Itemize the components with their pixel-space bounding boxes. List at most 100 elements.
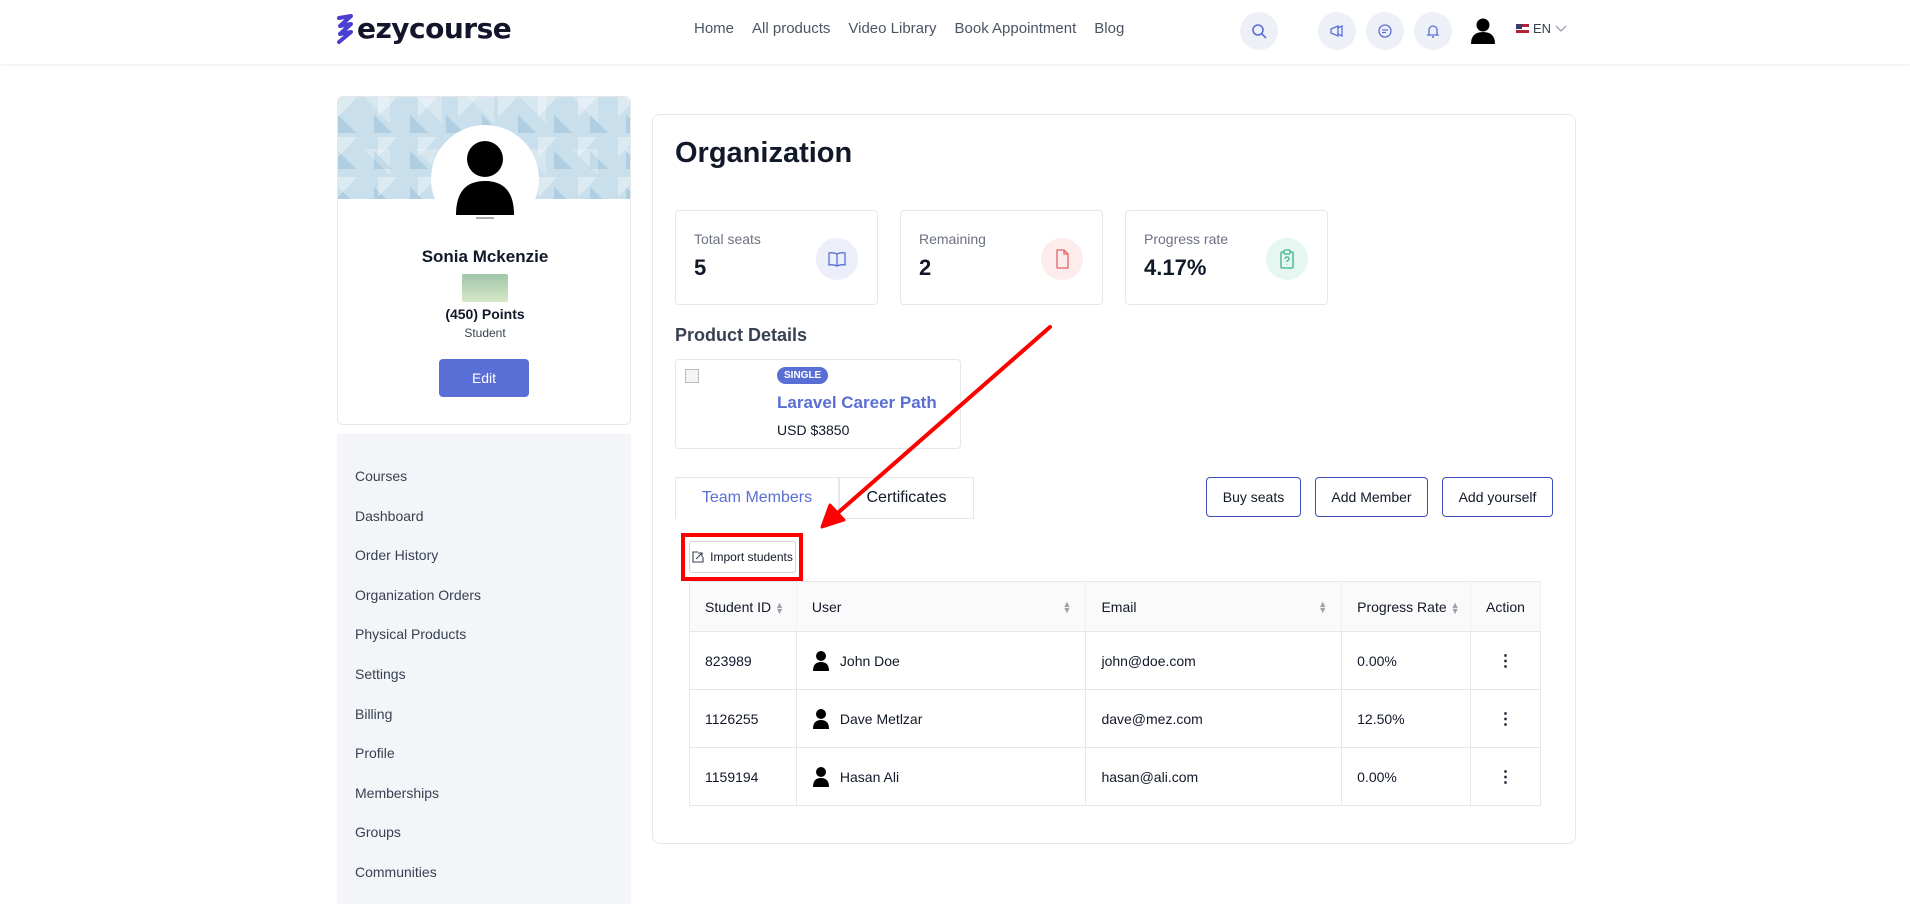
email-cell: john@doe.com	[1085, 631, 1343, 690]
column-user[interactable]: User ▲ ▼	[796, 581, 1087, 632]
nav-video-library[interactable]: Video Library	[848, 20, 936, 37]
tabs: Team Members Certificates	[675, 477, 974, 519]
table-header-row: Student ID ▲ ▼ User ▲ ▼ Email ▲ ▼ Progress Rat…	[689, 581, 1541, 632]
more-options-icon[interactable]: ⋮	[1498, 653, 1514, 670]
action-cell: ⋮	[1470, 689, 1541, 748]
profile-card: Sonia Mckenzie (450) Points Student Edit	[337, 96, 631, 425]
column-label: User	[811, 598, 842, 615]
logo[interactable]: ezycourse	[336, 12, 512, 45]
column-student-id[interactable]: Student ID ▲ ▼	[689, 581, 797, 632]
search-button[interactable]	[1240, 12, 1278, 50]
profile-avatar	[431, 125, 539, 233]
sidebar-item-dashboard[interactable]: Dashboard	[355, 508, 424, 524]
stat-progress-rate: Progress rate 4.17%	[1125, 210, 1328, 305]
nav-blog[interactable]: Blog	[1094, 20, 1124, 37]
sort-icon: ▲ ▼	[1450, 599, 1460, 616]
student-id-cell: 1159194	[689, 747, 797, 806]
product-details-title: Product Details	[675, 325, 808, 345]
announcements-button[interactable]	[1318, 12, 1356, 50]
user-name: Dave Metlzar	[839, 710, 923, 727]
page-title: Organization	[675, 137, 853, 169]
add-yourself-button[interactable]: Add yourself	[1442, 477, 1553, 517]
product-price: USD $3850	[777, 422, 850, 438]
team-members-table: Student ID ▲ ▼ User ▲ ▼ Email ▲ ▼ Progress Rat…	[689, 581, 1541, 806]
nav-book-appointment[interactable]: Book Appointment	[955, 20, 1077, 37]
stat-value: 5	[694, 255, 707, 280]
sidebar-item-communities[interactable]: Communities	[355, 864, 437, 880]
nav-all-products[interactable]: All products	[752, 20, 830, 37]
action-cell: ⋮	[1470, 631, 1541, 690]
sidebar-item-courses[interactable]: Courses	[355, 468, 407, 484]
sort-icon: ▲ ▼	[1318, 598, 1328, 615]
user-icon	[456, 141, 514, 219]
user-cell: John Doe	[796, 631, 1087, 690]
user-name: Hasan Ali	[839, 768, 900, 785]
us-flag-icon	[1516, 24, 1529, 33]
sidebar-menu: Courses Dashboard Order History Organiza…	[337, 434, 631, 904]
sidebar-item-groups[interactable]: Groups	[355, 824, 401, 840]
points-badge-image	[462, 274, 508, 302]
column-label: Action	[1486, 598, 1525, 615]
book-icon	[828, 252, 846, 267]
import-students-label: Import students	[710, 550, 793, 564]
student-id-cell: 1126255	[689, 689, 797, 748]
column-label: Progress Rate	[1357, 598, 1447, 615]
user-icon	[1471, 18, 1495, 44]
megaphone-icon	[1330, 24, 1343, 38]
table-row: 823989 John Doe john@doe.com 0.00% ⋮	[689, 631, 1541, 690]
progress-cell: 0.00%	[1341, 747, 1471, 806]
sidebar-item-settings[interactable]: Settings	[355, 666, 406, 682]
stat-label: Remaining	[919, 231, 986, 247]
main-nav: Home All products Video Library Book App…	[694, 20, 1124, 37]
messages-button[interactable]	[1366, 12, 1404, 50]
sidebar-item-memberships[interactable]: Memberships	[355, 785, 439, 801]
tab-team-members[interactable]: Team Members	[675, 477, 839, 519]
logo-mark-icon	[337, 13, 353, 44]
email-cell: dave@mez.com	[1085, 689, 1343, 748]
user-avatar-icon	[812, 766, 829, 787]
search-icon	[1252, 24, 1267, 39]
progress-cell: 0.00%	[1341, 631, 1471, 690]
top-header: ezycourse Home All products Video Librar…	[0, 0, 1910, 64]
sidebar-item-organization-orders[interactable]: Organization Orders	[355, 587, 481, 603]
chat-icon	[1378, 24, 1392, 38]
import-students-button[interactable]: Import students	[689, 541, 796, 573]
user-avatar-button[interactable]	[1464, 12, 1502, 50]
profile-points: (450) Points	[445, 306, 525, 322]
tab-certificates[interactable]: Certificates	[839, 477, 974, 519]
student-id-cell: 823989	[689, 631, 797, 690]
add-member-button[interactable]: Add Member	[1315, 477, 1428, 517]
stat-icon-wrap	[816, 238, 858, 280]
sidebar-item-order-history[interactable]: Order History	[355, 547, 438, 563]
product-type-badge: SINGLE	[777, 367, 829, 384]
more-options-icon[interactable]: ⋮	[1498, 711, 1514, 728]
sidebar-item-profile[interactable]: Profile	[355, 745, 395, 761]
more-options-icon[interactable]: ⋮	[1498, 769, 1514, 786]
user-name: John Doe	[839, 652, 900, 669]
edit-profile-button[interactable]: Edit	[439, 359, 529, 397]
language-selector[interactable]: EN	[1516, 21, 1567, 36]
email-cell: hasan@ali.com	[1085, 747, 1343, 806]
sidebar-item-physical-products[interactable]: Physical Products	[355, 626, 466, 642]
stat-remaining: Remaining 2	[900, 210, 1103, 305]
product-title[interactable]: Laravel Career Path	[777, 393, 937, 413]
stat-label: Progress rate	[1144, 231, 1229, 247]
column-progress-rate[interactable]: Progress Rate ▲ ▼	[1341, 581, 1471, 632]
column-action: Action	[1470, 581, 1541, 632]
sidebar-item-billing[interactable]: Billing	[355, 706, 392, 722]
buy-seats-button[interactable]: Buy seats	[1206, 477, 1301, 517]
product-image	[685, 369, 699, 383]
notifications-button[interactable]	[1414, 12, 1452, 50]
nav-home[interactable]: Home	[694, 20, 734, 37]
table-row: 1159194 Hasan Ali hasan@ali.com 0.00% ⋮	[689, 747, 1541, 806]
clipboard-icon	[1280, 249, 1294, 269]
column-email[interactable]: Email ▲ ▼	[1085, 581, 1343, 632]
stat-icon-wrap	[1266, 238, 1308, 280]
import-icon	[692, 551, 704, 563]
user-cell: Dave Metlzar	[796, 689, 1087, 748]
stat-value: 4.17%	[1144, 255, 1207, 280]
product-card[interactable]: SINGLE Laravel Career Path USD $3850	[675, 359, 961, 449]
profile-role: Student	[464, 326, 506, 340]
stat-icon-wrap	[1041, 238, 1083, 280]
bell-icon	[1426, 25, 1440, 38]
